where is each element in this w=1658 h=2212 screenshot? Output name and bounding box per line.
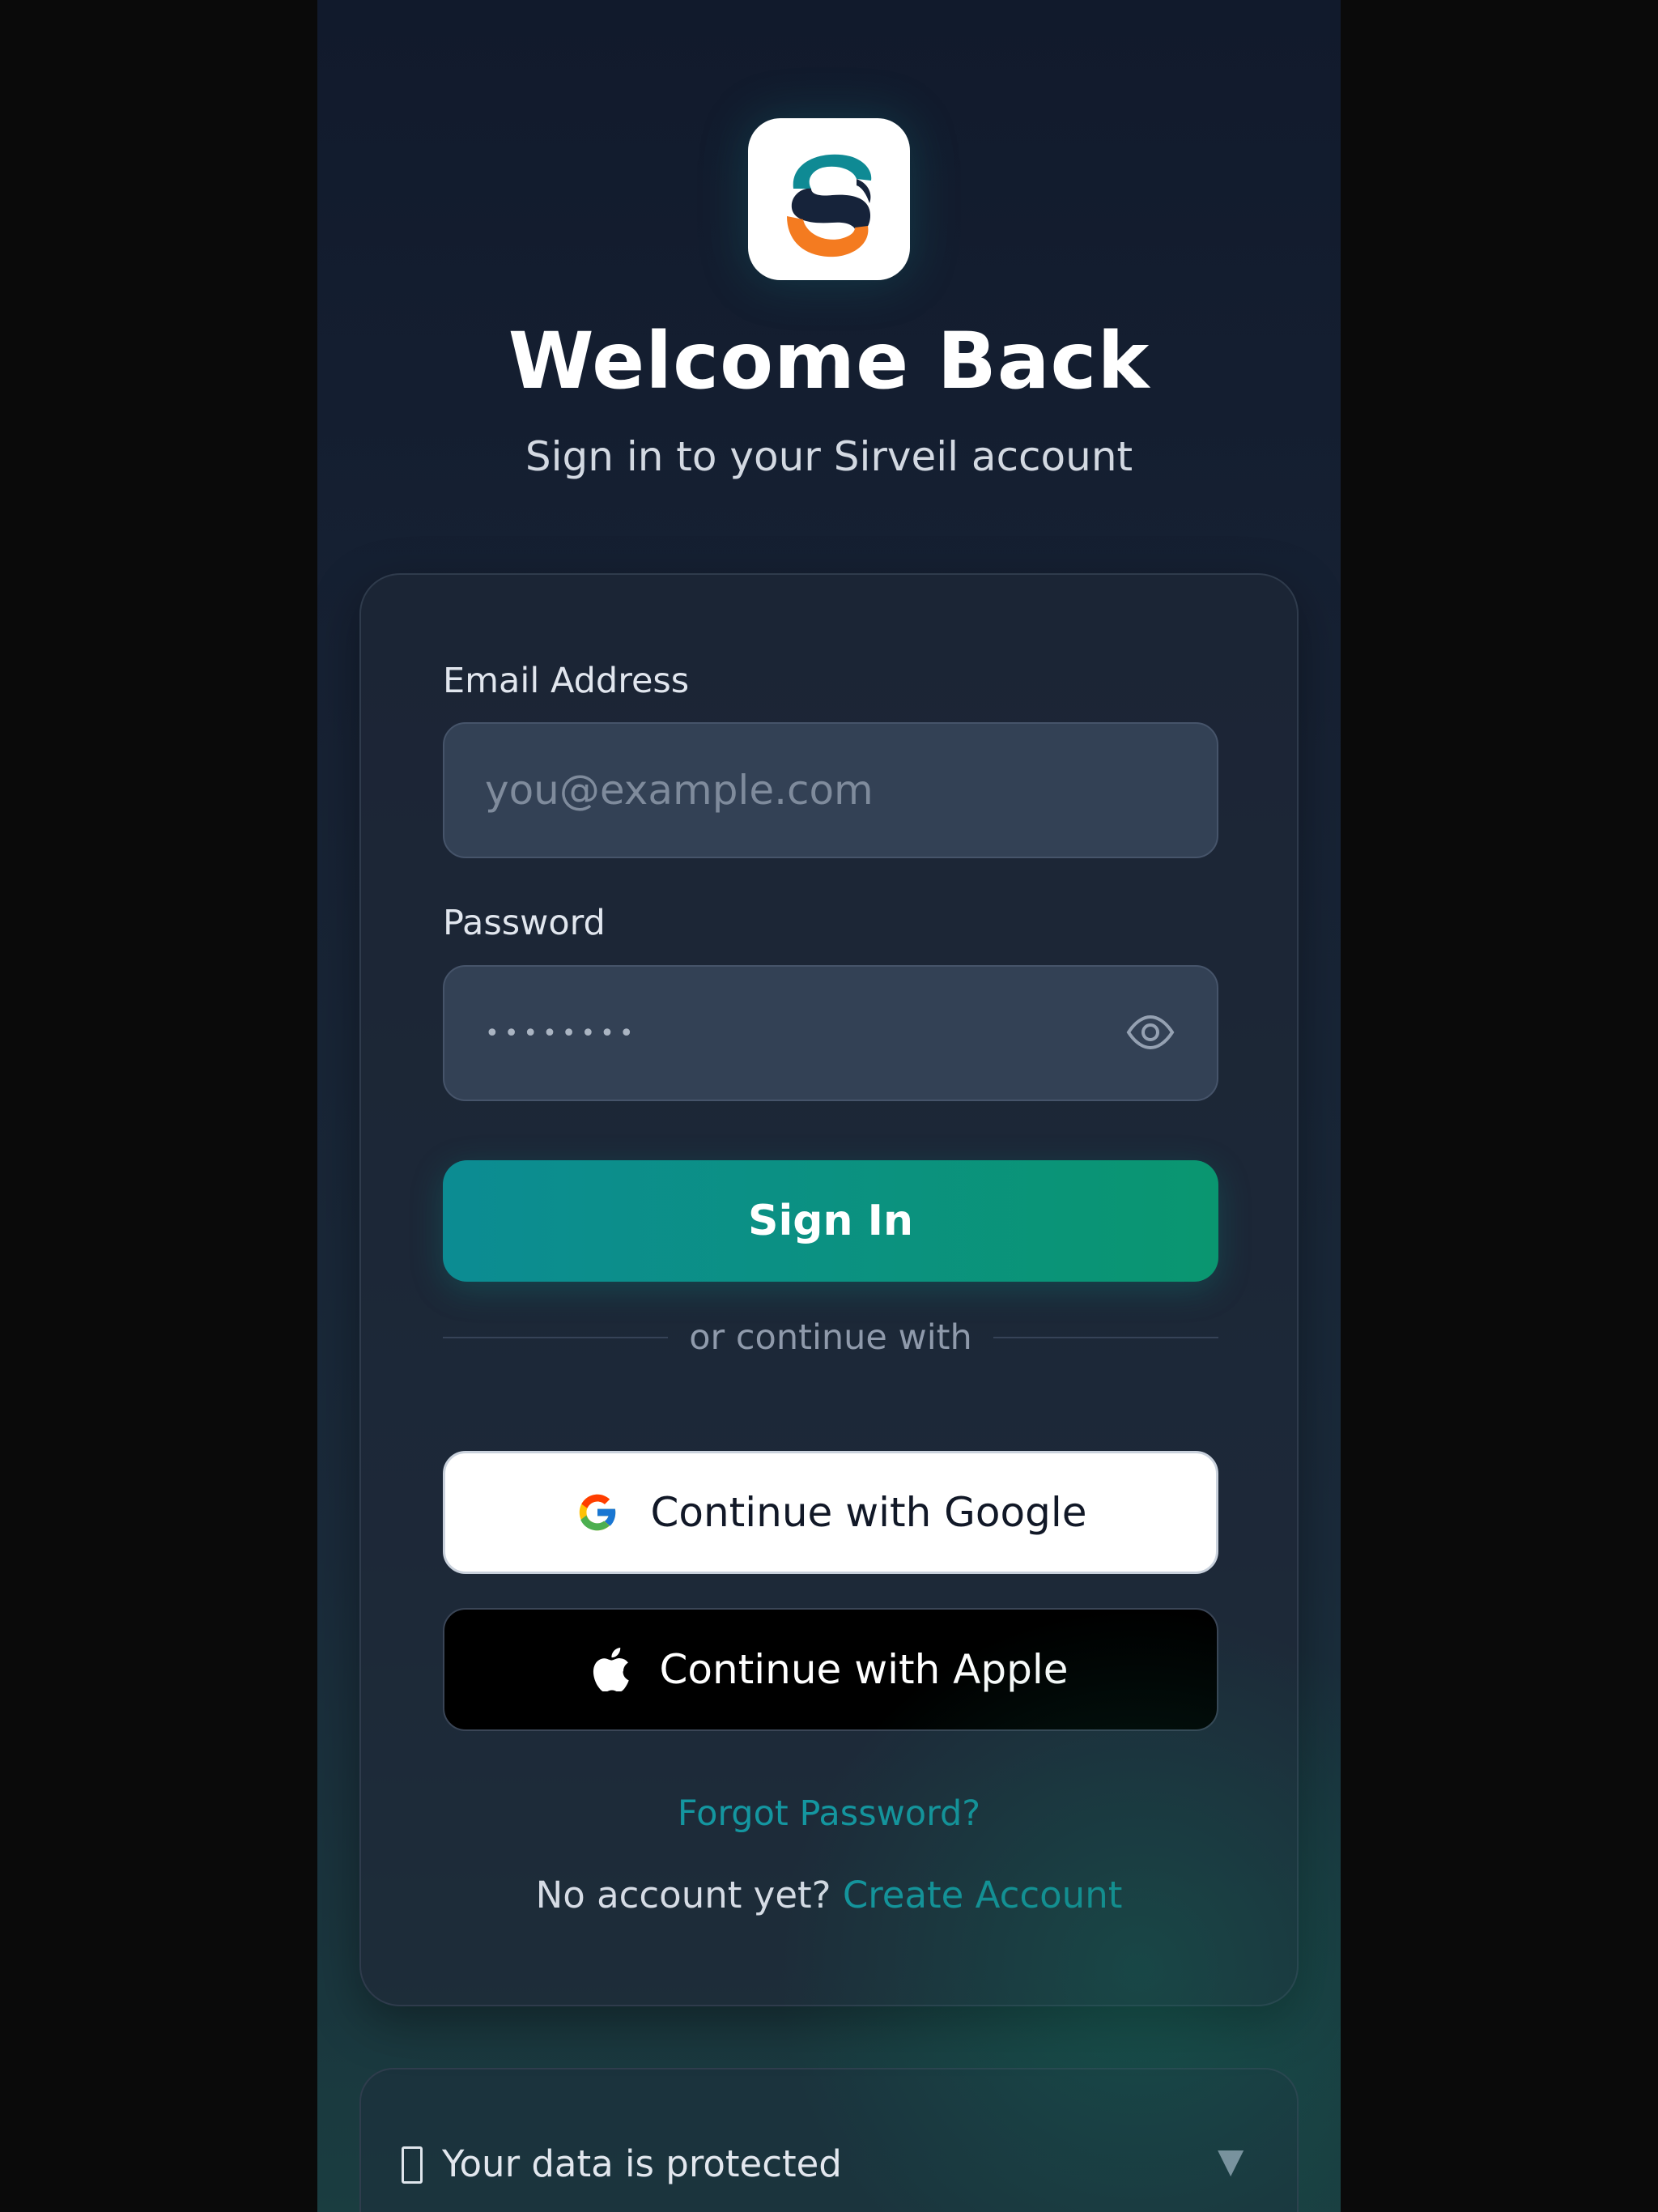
data-protection-panel[interactable]: Your data is protected ▼ (359, 2068, 1299, 2212)
email-field[interactable] (443, 722, 1218, 858)
login-screen: Welcome Back Sign in to your Sirveil acc… (317, 0, 1341, 2212)
social-divider: or continue with (443, 1313, 1218, 1362)
sirveil-logo-icon (787, 154, 872, 257)
apple-icon (593, 1648, 630, 1691)
login-card: Email Address Password Sign In or contin… (359, 573, 1299, 2006)
create-account-link[interactable]: Create Account (843, 1874, 1123, 1916)
page-title: Welcome Back (508, 316, 1150, 406)
google-button-label: Continue with Google (650, 1489, 1087, 1536)
divider-line-left (443, 1337, 669, 1338)
divider-line-right (993, 1337, 1218, 1338)
chevron-down-icon[interactable]: ▼ (1218, 2141, 1244, 2180)
signup-prompt: No account yet? Create Account (361, 1874, 1297, 1916)
shield-icon (402, 2146, 423, 2184)
data-protection-label: Your data is protected (442, 2142, 842, 2185)
sign-in-button[interactable]: Sign In (443, 1160, 1218, 1282)
page-subtitle: Sign in to your Sirveil account (525, 433, 1133, 480)
google-icon (574, 1489, 621, 1536)
apple-sign-in-button[interactable]: Continue with Apple (443, 1608, 1218, 1731)
divider-text: or continue with (689, 1317, 972, 1358)
password-field[interactable] (443, 965, 1218, 1101)
eye-icon (1126, 1015, 1175, 1050)
app-logo (748, 118, 910, 280)
forgot-password-link[interactable]: Forgot Password? (361, 1793, 1297, 1834)
no-account-text: No account yet? (535, 1874, 831, 1916)
email-label: Email Address (443, 661, 690, 701)
password-label: Password (443, 903, 606, 943)
show-password-toggle[interactable] (1126, 1012, 1175, 1053)
google-sign-in-button[interactable]: Continue with Google (443, 1451, 1218, 1574)
apple-button-label: Continue with Apple (659, 1646, 1069, 1693)
